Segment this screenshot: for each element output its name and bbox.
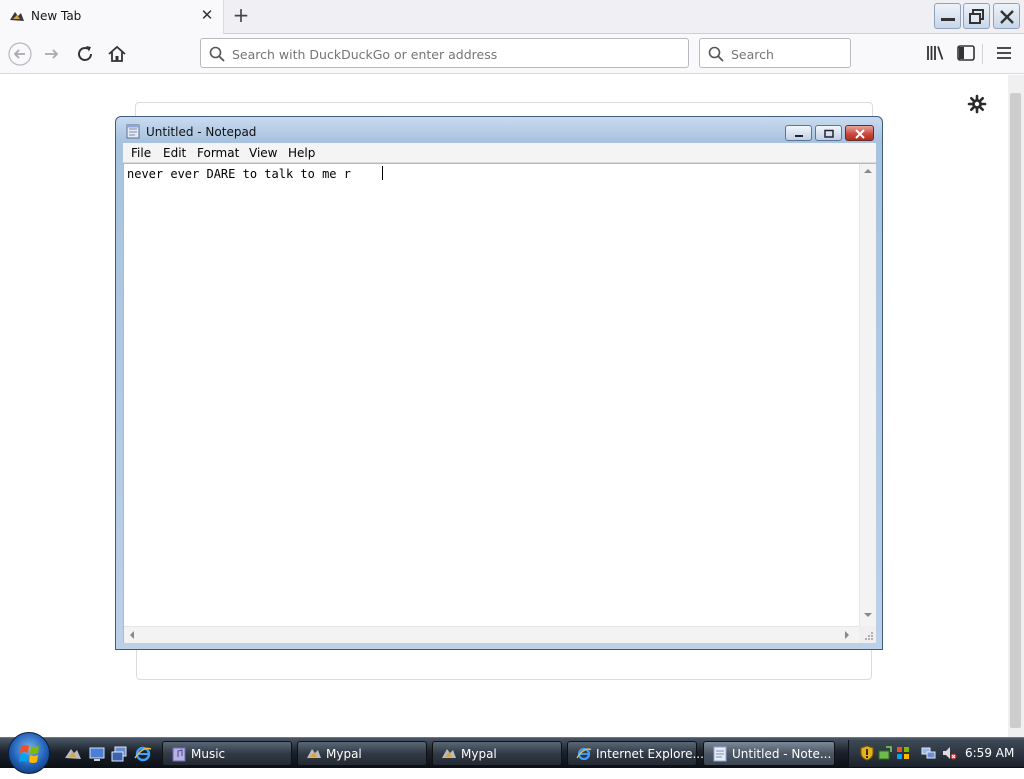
sidebar-icon[interactable] (955, 42, 977, 64)
menu-help[interactable]: Help (288, 146, 315, 160)
address-bar[interactable] (200, 38, 689, 68)
maximize-icon (824, 129, 834, 138)
tab-strip: New Tab ✕ + (0, 0, 1024, 34)
notepad-text-content: never ever DARE to talk to me r (127, 167, 359, 181)
windows-update-icon[interactable] (895, 745, 911, 761)
notepad-horizontal-scrollbar[interactable] (124, 626, 859, 643)
scrollbar-thumb[interactable] (1010, 93, 1021, 728)
mypal-icon[interactable] (64, 745, 82, 763)
internet-explorer-icon[interactable] (134, 745, 152, 763)
notepad-vertical-scrollbar[interactable] (859, 164, 876, 626)
new-tab-card-bottom (136, 648, 872, 680)
taskbar-item-label: Mypal (326, 747, 362, 761)
music-folder-icon (172, 747, 186, 762)
minimize-icon (795, 135, 803, 137)
toolbar-divider (982, 44, 983, 64)
minimize-icon (941, 18, 955, 21)
navigation-toolbar (0, 34, 1024, 74)
menu-view[interactable]: View (249, 146, 277, 160)
mypal-icon (307, 749, 321, 758)
search-input[interactable] (731, 46, 841, 62)
library-icon[interactable] (924, 42, 946, 64)
taskbar-item-music[interactable]: Music (162, 741, 292, 766)
security-shield-icon[interactable] (859, 745, 875, 761)
window-minimize-button[interactable] (934, 3, 961, 29)
safely-remove-icon[interactable] (877, 745, 893, 761)
system-tray: 6:59 AM (848, 740, 1024, 767)
taskbar-item-mypal[interactable]: Mypal (432, 741, 562, 766)
restore-icon (969, 9, 984, 24)
taskbar-item-internet-explorer[interactable]: Internet Explore... (567, 741, 704, 766)
notepad-maximize-button[interactable] (815, 125, 842, 141)
menu-edit[interactable]: Edit (163, 146, 186, 160)
tab-title: New Tab (31, 9, 82, 23)
tab-close-icon[interactable]: ✕ (200, 8, 214, 23)
window-restore-button[interactable] (963, 3, 990, 29)
search-box[interactable] (699, 38, 851, 68)
forward-arrow-icon[interactable] (40, 42, 64, 66)
resize-grip-icon (865, 632, 873, 640)
close-icon (855, 129, 865, 139)
taskbar-item-label: Internet Explore... (596, 747, 704, 761)
network-icon[interactable] (921, 745, 937, 761)
taskbar-item-label: Mypal (461, 747, 497, 761)
notepad-close-button[interactable] (845, 125, 874, 141)
taskbar-item-mypal[interactable]: Mypal (297, 741, 427, 766)
text-caret (382, 166, 383, 180)
window-close-button[interactable] (993, 3, 1020, 29)
menu-file[interactable]: File (131, 146, 151, 160)
resize-grip[interactable] (859, 626, 876, 643)
page-scrollbar[interactable] (1008, 75, 1024, 737)
clock[interactable]: 6:59 AM (965, 746, 1014, 760)
notepad-title: Untitled - Notepad (146, 125, 257, 139)
scroll-right-arrow-icon[interactable] (844, 631, 850, 639)
switch-windows-icon[interactable] (110, 745, 128, 763)
notepad-text-area[interactable]: never ever DARE to talk to me r (123, 163, 876, 643)
tab-new-tab[interactable]: New Tab ✕ (0, 0, 224, 34)
search-icon (209, 46, 225, 62)
mypal-icon (442, 749, 456, 758)
taskbar-item-notepad[interactable]: Untitled - Note... (703, 741, 835, 766)
home-icon[interactable] (105, 42, 129, 66)
scroll-down-arrow-icon[interactable] (864, 612, 872, 618)
gear-icon[interactable] (966, 93, 988, 115)
volume-muted-icon[interactable] (941, 745, 957, 761)
internet-explorer-icon (576, 747, 592, 761)
notepad-window[interactable]: Untitled - Notepad File Edit Format View… (115, 116, 883, 650)
scroll-up-arrow-icon[interactable] (864, 168, 872, 174)
hamburger-menu-icon[interactable] (993, 42, 1015, 64)
address-input[interactable] (232, 46, 672, 62)
close-icon (1000, 10, 1014, 24)
new-tab-button[interactable]: + (231, 5, 251, 27)
search-icon (708, 46, 724, 62)
menu-format[interactable]: Format (197, 146, 239, 160)
notepad-icon (713, 746, 727, 762)
windows-logo-icon (19, 745, 39, 763)
taskbar-item-label: Untitled - Note... (732, 747, 832, 761)
mypal-logo-icon (10, 12, 24, 21)
taskbar-item-label: Music (191, 747, 226, 761)
notepad-icon (126, 124, 140, 139)
show-desktop-icon[interactable] (88, 745, 106, 763)
taskbar: Music Mypal Mypal Internet Explore... Un… (0, 732, 1024, 774)
back-arrow-icon[interactable] (8, 42, 32, 66)
notepad-menubar: File Edit Format View Help (123, 143, 876, 163)
notepad-minimize-button[interactable] (785, 125, 812, 141)
scroll-left-arrow-icon[interactable] (129, 631, 135, 639)
reload-icon[interactable] (73, 42, 97, 66)
